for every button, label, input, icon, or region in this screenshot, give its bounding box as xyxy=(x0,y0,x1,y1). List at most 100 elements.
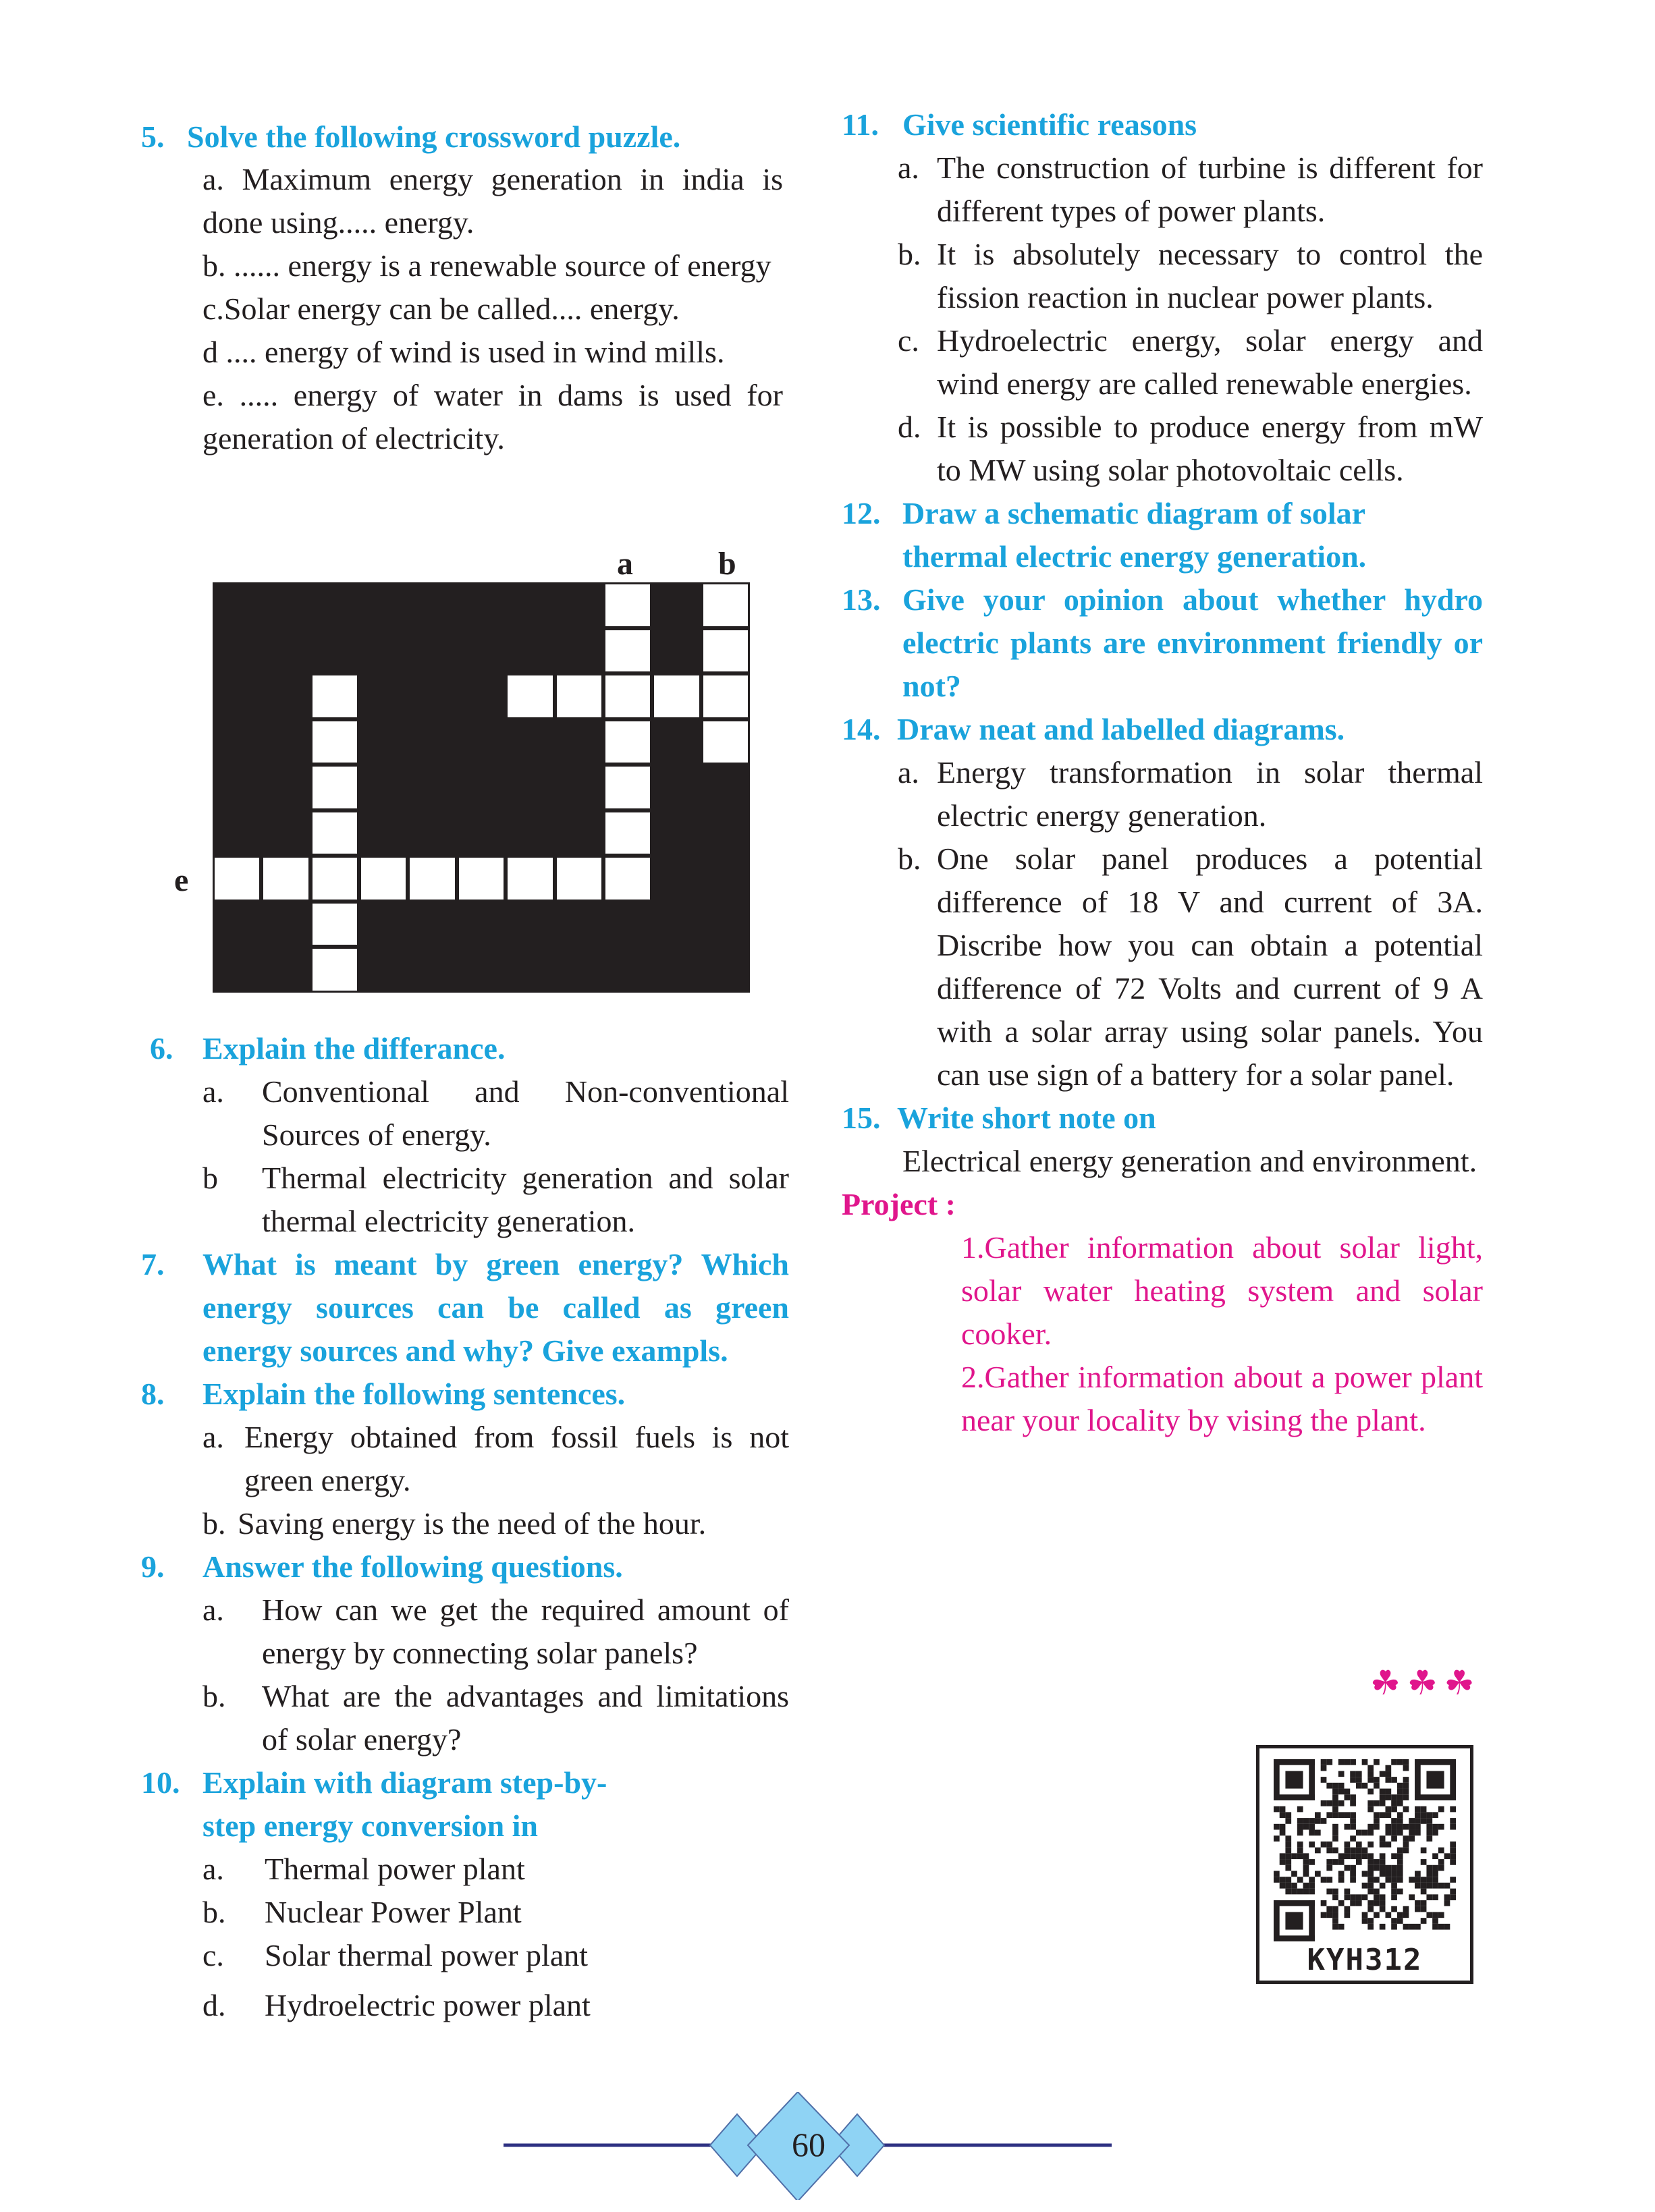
qr-module xyxy=(1415,1818,1421,1824)
qr-module xyxy=(1350,1877,1356,1883)
qr-module xyxy=(1374,1823,1380,1830)
question-14-item-b: b. One solar panel produces a potential … xyxy=(842,837,1483,1097)
qr-module xyxy=(1415,1871,1421,1877)
qr-module xyxy=(1338,1771,1345,1777)
qr-module xyxy=(1355,1782,1362,1789)
question-15-heading: 15. Write short note on xyxy=(842,1097,1483,1140)
qr-module xyxy=(1350,1800,1356,1806)
item-text: Saving energy is the need of the hour. xyxy=(238,1506,707,1541)
crossword-cell[interactable] xyxy=(312,812,358,854)
qr-module xyxy=(1274,1806,1280,1813)
item-text: What are the advantages and limitations … xyxy=(262,1679,789,1757)
qr-module xyxy=(1332,1794,1338,1800)
qr-module xyxy=(1420,1818,1427,1824)
qr-module xyxy=(1450,1853,1456,1860)
qr-module xyxy=(1420,1906,1427,1912)
qr-module xyxy=(1297,1823,1303,1830)
qr-module xyxy=(1355,1841,1362,1848)
crossword-cell[interactable] xyxy=(556,675,601,717)
qr-module xyxy=(1379,1894,1386,1901)
qr-module xyxy=(1379,1800,1386,1806)
crossword-cell[interactable] xyxy=(312,675,358,717)
crossword-cell[interactable] xyxy=(458,858,504,900)
crossword-cell[interactable] xyxy=(605,675,651,717)
question-number: 6. xyxy=(150,1031,173,1066)
qr-module xyxy=(1279,1859,1286,1865)
crossword-cell[interactable] xyxy=(312,767,358,808)
question-8-item-a: a. Energy obtained from fossil fuels is … xyxy=(141,1416,789,1502)
crossword-cell[interactable] xyxy=(263,858,308,900)
crossword-cell[interactable] xyxy=(703,584,748,626)
qr-module xyxy=(1450,1823,1456,1830)
crossword-cell[interactable] xyxy=(703,675,748,717)
qr-module xyxy=(1338,1859,1345,1865)
crossword-cell[interactable] xyxy=(312,858,358,900)
crossword-cell[interactable] xyxy=(312,903,358,945)
qr-module xyxy=(1344,1847,1351,1854)
qr-module xyxy=(1438,1923,1444,1930)
qr-module xyxy=(1338,1900,1345,1906)
qr-module xyxy=(1374,1877,1380,1883)
qr-finder xyxy=(1274,1900,1280,1941)
question-title: Solve the following crossword puzzle. xyxy=(187,119,681,154)
qr-module xyxy=(1332,1859,1338,1865)
crossword-cell[interactable] xyxy=(605,858,651,900)
qr-module xyxy=(1396,1871,1403,1877)
question-number: 8. xyxy=(141,1377,165,1411)
crossword-cell[interactable] xyxy=(508,675,553,717)
qr-module xyxy=(1309,1859,1315,1865)
crossword-cell[interactable] xyxy=(410,858,455,900)
crossword-cell[interactable] xyxy=(556,858,601,900)
crossword-cell[interactable] xyxy=(312,949,358,991)
qr-module xyxy=(1350,1894,1356,1901)
qr-module xyxy=(1444,1923,1450,1930)
qr-module xyxy=(1291,1871,1297,1877)
qr-module xyxy=(1415,1806,1421,1813)
question-10-item-b: b. Nuclear Power Plant xyxy=(141,1891,789,1934)
qr-module xyxy=(1450,1859,1456,1865)
question-number: 13. xyxy=(842,582,881,617)
crossword-cell[interactable] xyxy=(312,721,358,763)
question-number: 7. xyxy=(141,1247,165,1281)
qr-module xyxy=(1367,1877,1374,1883)
qr-module xyxy=(1391,1877,1397,1883)
qr-module xyxy=(1450,1888,1456,1895)
qr-module xyxy=(1314,1812,1321,1819)
qr-module xyxy=(1367,1823,1374,1830)
qr-module xyxy=(1403,1788,1409,1795)
qr-module xyxy=(1450,1877,1456,1883)
crossword-cell[interactable] xyxy=(703,630,748,672)
qr-module xyxy=(1409,1823,1415,1830)
qr-module xyxy=(1326,1877,1333,1883)
item-label: a. xyxy=(898,150,919,185)
qr-module xyxy=(1367,1882,1374,1889)
item-label: b. xyxy=(202,1679,226,1713)
crossword-cell[interactable] xyxy=(605,721,651,763)
qr-finder xyxy=(1415,1794,1456,1800)
qr-module xyxy=(1438,1806,1444,1813)
qr-module xyxy=(1367,1777,1374,1783)
question-title: Draw neat and labelled diagrams. xyxy=(897,712,1345,746)
crossword-cell[interactable] xyxy=(605,630,651,672)
item-text: It is absolutely necessary to control th… xyxy=(937,237,1483,314)
crossword-cell[interactable] xyxy=(215,858,260,900)
crossword-cell[interactable] xyxy=(654,675,699,717)
question-14-heading: 14. Draw neat and labelled diagrams. xyxy=(842,708,1483,751)
qr-module xyxy=(1367,1771,1374,1777)
crossword-cell[interactable] xyxy=(361,858,406,900)
crossword-cell[interactable] xyxy=(605,767,651,808)
crossword-cell[interactable] xyxy=(508,858,553,900)
qr-module xyxy=(1344,1912,1351,1918)
qr-module xyxy=(1338,1800,1345,1806)
question-5-clues: a. Maximum energy generation in india is… xyxy=(202,158,783,460)
qr-module xyxy=(1374,1782,1380,1789)
qr-module xyxy=(1332,1812,1338,1819)
qr-module xyxy=(1432,1923,1438,1930)
crossword-cell[interactable] xyxy=(605,812,651,854)
crossword-cell[interactable] xyxy=(703,721,748,763)
qr-module xyxy=(1403,1841,1409,1848)
item-label: a. xyxy=(202,1420,224,1454)
question-number: 11. xyxy=(842,107,879,142)
qr-module xyxy=(1415,1923,1421,1930)
crossword-cell[interactable] xyxy=(605,584,651,626)
